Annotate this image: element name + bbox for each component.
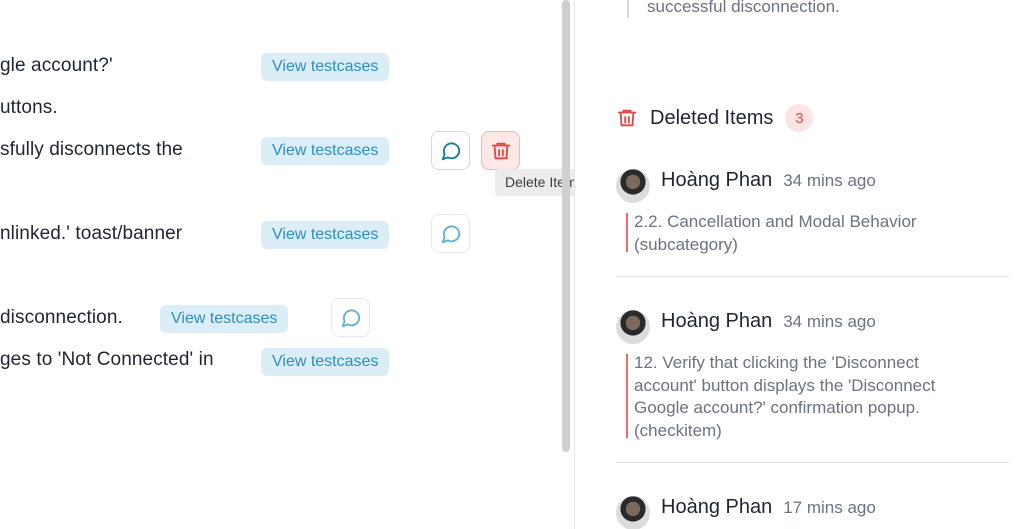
scrollbar[interactable] (562, 0, 570, 452)
user-name: Hoàng Phan (661, 310, 773, 332)
row-text: ges to 'Not Connected' in (0, 349, 214, 370)
description-line: account' button displays the 'Disconnect (634, 375, 936, 395)
deleted-count-badge: 3 (785, 104, 814, 132)
comment-icon (441, 141, 460, 160)
deleted-entry: Hoàng Phan 17 mins ago (616, 496, 1009, 529)
comment-icon (341, 308, 360, 327)
user-name: Hoàng Phan (661, 169, 773, 191)
row-text: nlinked.' toast/banner (0, 223, 183, 244)
avatar (616, 496, 650, 529)
row-text: gle account?' (0, 55, 113, 76)
previous-entry-text: successful disconnection. (647, 0, 840, 16)
entry-divider (616, 276, 1009, 277)
deleted-entry: Hoàng Phan 34 mins ago 2.2. Cancellation… (616, 169, 1009, 256)
timestamp: 34 mins ago (783, 171, 876, 190)
comment-button[interactable] (431, 131, 470, 170)
description-line: (subcategory) (634, 234, 738, 254)
view-testcases-button[interactable]: View testcases (261, 137, 390, 165)
row-text: uttons. (0, 97, 58, 118)
description-line: (checkitem) (634, 420, 722, 440)
checklist-panel: gle account?' View testcases uttons. sfu… (0, 0, 575, 529)
deleted-entry: Hoàng Phan 34 mins ago 12. Verify that c… (616, 310, 1009, 442)
description-line: 2.2. Cancellation and Modal Behavior (634, 212, 917, 231)
timestamp: 34 mins ago (783, 312, 876, 331)
comment-button[interactable] (331, 298, 370, 337)
description-line: Google account?' confirmation popup. (634, 398, 920, 417)
user-name: Hoàng Phan (661, 496, 773, 518)
timestamp: 17 mins ago (783, 498, 876, 517)
deleted-entry-description: 12. Verify that clicking the 'Disconnect… (616, 352, 1009, 442)
trash-icon (491, 142, 510, 159)
view-testcases-button[interactable]: View testcases (261, 53, 390, 81)
trash-icon (617, 109, 637, 127)
comment-icon (441, 224, 460, 243)
deleted-items-header: Deleted Items 3 (616, 104, 814, 132)
panel-divider (574, 0, 575, 529)
description-line: 12. Verify that clicking the 'Disconnect (634, 353, 919, 372)
view-testcases-button[interactable]: View testcases (261, 348, 390, 376)
row-text: sfully disconnects the (0, 139, 183, 160)
avatar (616, 169, 650, 203)
view-testcases-button[interactable]: View testcases (261, 221, 390, 249)
delete-button[interactable] (481, 131, 520, 170)
view-testcases-button[interactable]: View testcases (160, 305, 289, 333)
comment-button[interactable] (431, 214, 470, 253)
activity-panel: successful disconnection. Deleted Items … (598, 0, 1019, 529)
deleted-items-title: Deleted Items (650, 106, 774, 129)
row-text: disconnection. (0, 307, 123, 328)
quote-bar (627, 0, 629, 18)
avatar (616, 310, 650, 344)
deleted-entry-description: 2.2. Cancellation and Modal Behavior (su… (616, 211, 1009, 256)
entry-divider (616, 462, 1009, 463)
